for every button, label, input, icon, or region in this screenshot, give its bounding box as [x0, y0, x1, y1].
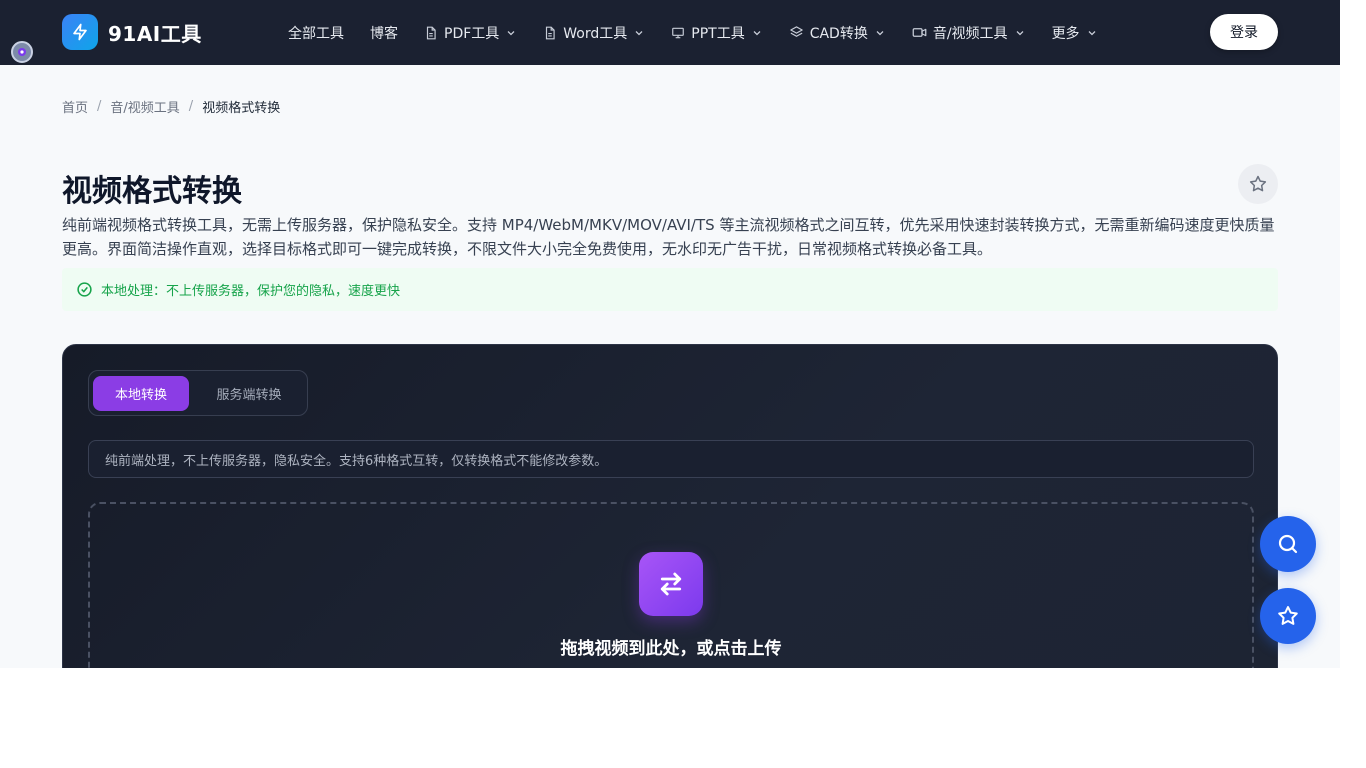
check-circle-icon — [77, 282, 92, 297]
nav-cad-convert[interactable]: CAD转换 — [789, 23, 886, 43]
lightning-icon — [62, 14, 98, 50]
presentation-icon — [672, 27, 685, 38]
document-icon — [546, 26, 555, 39]
nav-label: PPT工具 — [691, 25, 745, 42]
breadcrumb-separator: / — [97, 99, 102, 114]
nav-pdf-tools[interactable]: PDF工具 — [424, 23, 517, 43]
nav-label: 全部工具 — [288, 25, 344, 42]
page-title: 视频格式转换 — [62, 174, 242, 209]
breadcrumb-current: 视频格式转换 — [202, 101, 281, 116]
converter-panel: 本地转换 服务端转换 纯前端处理，不上传服务器，隐私安全。支持6种格式互转，仅转… — [62, 344, 1278, 668]
brand-name: 91AI工具 — [108, 21, 202, 46]
privacy-notice: 本地处理：不上传服务器，保护您的隐私，速度更快 — [62, 268, 1278, 311]
upload-prompt: 拖拽视频到此处，或点击上传 — [560, 639, 782, 659]
layers-icon — [789, 26, 803, 37]
nav-ppt-tools[interactable]: PPT工具 — [671, 23, 762, 43]
swap-arrows-icon[interactable] — [639, 552, 703, 616]
brand-logo[interactable]: 91AI工具 — [62, 14, 202, 50]
breadcrumb: 首页 / 音/视频工具 / 视频格式转换 — [62, 97, 280, 116]
video-icon — [912, 28, 927, 37]
floating-search-button[interactable] — [1260, 516, 1316, 572]
browser-extension-icon[interactable] — [11, 41, 33, 63]
nav-blog[interactable]: 博客 — [370, 23, 398, 43]
nav-label: 音/视频工具 — [932, 25, 1008, 42]
search-icon — [1278, 534, 1298, 554]
nav-word-tools[interactable]: Word工具 — [543, 23, 645, 43]
document-icon — [426, 26, 436, 39]
tab-server-convert[interactable]: 服务端转换 — [197, 376, 301, 411]
page-viewport: 91AI工具 全部工具 博客 PDF工具 Word工具 PPT工具 CAD转换 … — [0, 0, 1340, 668]
chevron-down-icon — [635, 30, 643, 35]
nav-label: 博客 — [370, 25, 398, 42]
converter-info: 纯前端处理，不上传服务器，隐私安全。支持6种格式互转，仅转换格式不能修改参数。 — [88, 440, 1254, 478]
top-navbar: 91AI工具 全部工具 博客 PDF工具 Word工具 PPT工具 CAD转换 … — [0, 0, 1340, 65]
favorite-button[interactable] — [1238, 164, 1278, 204]
upload-drop-zone[interactable]: 拖拽视频到此处，或点击上传 — [88, 502, 1254, 668]
chevron-down-icon — [876, 30, 884, 35]
tab-local-convert[interactable]: 本地转换 — [93, 376, 189, 411]
nav-label: 更多 — [1051, 25, 1080, 42]
chevron-down-icon — [1016, 30, 1024, 35]
nav-av-tools[interactable]: 音/视频工具 — [912, 23, 1026, 43]
nav-more[interactable]: 更多 — [1052, 23, 1098, 43]
chevron-down-icon — [1088, 30, 1096, 35]
login-button[interactable]: 登录 — [1210, 14, 1278, 50]
floating-favorite-button[interactable] — [1260, 588, 1316, 644]
nav-label: CAD转换 — [809, 25, 868, 42]
star-icon — [1249, 175, 1267, 192]
main-nav: 全部工具 博客 PDF工具 Word工具 PPT工具 CAD转换 音/视频工具 … — [288, 0, 1124, 65]
nav-label: PDF工具 — [444, 25, 500, 42]
nav-label: Word工具 — [563, 25, 628, 42]
breadcrumb-av-tools[interactable]: 音/视频工具 — [110, 97, 179, 116]
breadcrumb-separator: / — [188, 99, 194, 114]
star-icon — [1278, 606, 1298, 625]
notice-text: 本地处理：不上传服务器，保护您的隐私，速度更快 — [101, 284, 401, 299]
breadcrumb-home[interactable]: 首页 — [62, 97, 88, 116]
nav-all-tools[interactable]: 全部工具 — [288, 23, 344, 43]
page-description: 纯前端视频格式转换工具，无需上传服务器，保护隐私安全。支持 MP4/WebM/M… — [62, 216, 1275, 258]
chevron-down-icon — [507, 30, 515, 35]
chevron-down-icon — [753, 30, 761, 35]
mode-tabs: 本地转换 服务端转换 — [88, 370, 308, 416]
